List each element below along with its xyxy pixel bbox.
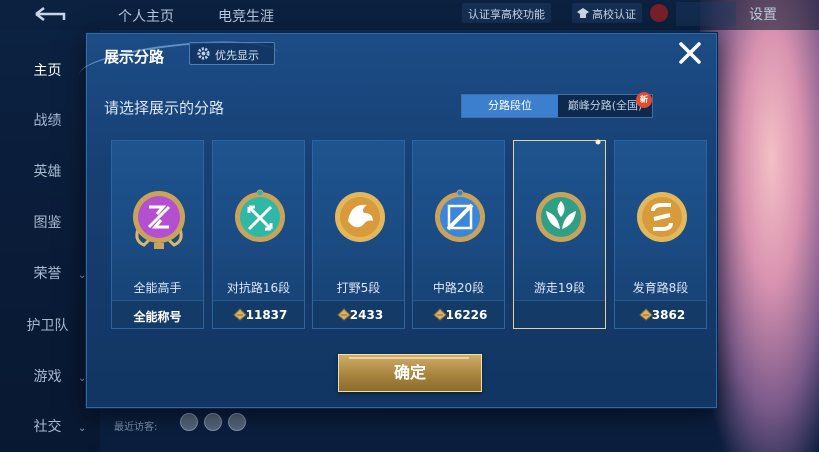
lane-card-label: 发育路8段 — [632, 281, 689, 295]
lane-card-footer: 16226 — [413, 300, 504, 328]
new-badge: 新 — [636, 92, 652, 108]
cert-benefit-text[interactable]: 认证享高校功能 — [462, 3, 551, 23]
lane-card-farm[interactable]: 发育路8段 3862 — [614, 140, 707, 329]
lane-card-roam[interactable]: 游走19段 〈100〉 — [513, 139, 606, 329]
segment-lane-rank[interactable]: 分路段位 — [462, 95, 558, 117]
lane-card-all-round[interactable]: 全能高手 全能称号 — [111, 140, 204, 329]
jungle-emblem-icon — [335, 192, 385, 242]
lane-card-footer: 11837 — [213, 300, 304, 328]
lane-card-label: 中路20段 — [432, 281, 485, 295]
sidebar: 主页 战绩 英雄 图鉴 荣誉 护卫队 游戏 社交 ⌄ ⌄ ⌄ — [0, 30, 100, 452]
farm-lane-emblem-icon — [637, 192, 687, 242]
show-lane-dialog: 展示分路 优先显示 请选择展示的分路 分路段位 巅峰分路(全国) 新 全能高手 … — [77, 33, 717, 408]
lane-card-value: 全能称号 — [133, 310, 182, 324]
priority-display-button[interactable]: 优先显示 — [189, 42, 275, 65]
top-panel — [676, 2, 736, 26]
visitor-avatar[interactable] — [204, 413, 222, 431]
lane-card-label: 对抗路16段 — [226, 281, 291, 295]
confirm-label: 确定 — [393, 363, 426, 382]
lane-card-mid[interactable]: 中路20段 16226 — [412, 140, 505, 329]
chevron-down-icon: ⌄ — [78, 423, 87, 434]
campus-cert-button[interactable]: 高校认证 — [572, 3, 642, 23]
clash-lane-emblem-icon — [235, 189, 285, 242]
dialog-subtitle: 请选择展示的分路 — [104, 99, 225, 117]
gear-icon — [197, 47, 210, 60]
roam-emblem-icon — [536, 192, 586, 242]
mid-lane-emblem-icon — [435, 189, 485, 242]
selected-corner-icon — [595, 139, 601, 145]
lane-card-footer: 全能称号 — [112, 300, 203, 328]
campus-cert-label: 高校认证 — [592, 8, 636, 21]
lane-card-value: 3862 — [651, 308, 686, 322]
confirm-button[interactable]: 确定 — [338, 354, 482, 392]
lane-card-label: 全能高手 — [133, 281, 182, 295]
lane-card-footer — [514, 300, 605, 328]
lane-card-label: 打野5段 — [336, 281, 381, 295]
back-icon[interactable] — [28, 6, 68, 22]
sidebar-item-codex[interactable]: 图鉴 — [0, 212, 95, 232]
lane-card-value: 11837 — [245, 308, 288, 322]
close-icon[interactable] — [677, 40, 703, 66]
lane-mode-segmented-control: 分路段位 巅峰分路(全国) — [461, 94, 653, 118]
all-round-emblem-icon — [133, 191, 185, 249]
lane-card-footer: 2433 — [313, 300, 404, 328]
lane-card-value: 2433 — [349, 308, 384, 322]
dialog-title: 展示分路 — [104, 48, 165, 66]
button-shine — [349, 357, 469, 359]
lane-card-footer: 3862 — [615, 300, 706, 328]
sidebar-item-record[interactable]: 战绩 — [0, 110, 95, 130]
visitor-avatar[interactable] — [180, 413, 198, 431]
graduation-cap-icon — [577, 8, 589, 18]
tab-esports-career[interactable]: 电竞生涯 — [218, 6, 274, 26]
lane-card-jungle[interactable]: 打野5段 2433 — [312, 140, 405, 329]
tab-personal-home[interactable]: 个人主页 — [118, 6, 174, 26]
top-bar: 个人主页 电竞生涯 认证享高校功能 高校认证 设置 — [0, 0, 819, 30]
vip-icon[interactable] — [650, 4, 668, 22]
lane-card-label: 游走19段 — [533, 281, 586, 295]
recent-visitors-label: 最近访客: — [114, 422, 158, 433]
hero-art-background — [700, 0, 819, 452]
sidebar-item-guard[interactable]: 护卫队 — [0, 315, 95, 335]
lane-card-value: 16226 — [445, 308, 488, 322]
priority-display-label: 优先显示 — [215, 49, 259, 62]
visitor-avatar[interactable] — [228, 413, 246, 431]
lane-card-clash[interactable]: 对抗路16段 11837 — [212, 140, 305, 329]
settings-button[interactable]: 设置 — [749, 4, 777, 24]
sidebar-item-heroes[interactable]: 英雄 — [0, 161, 95, 181]
